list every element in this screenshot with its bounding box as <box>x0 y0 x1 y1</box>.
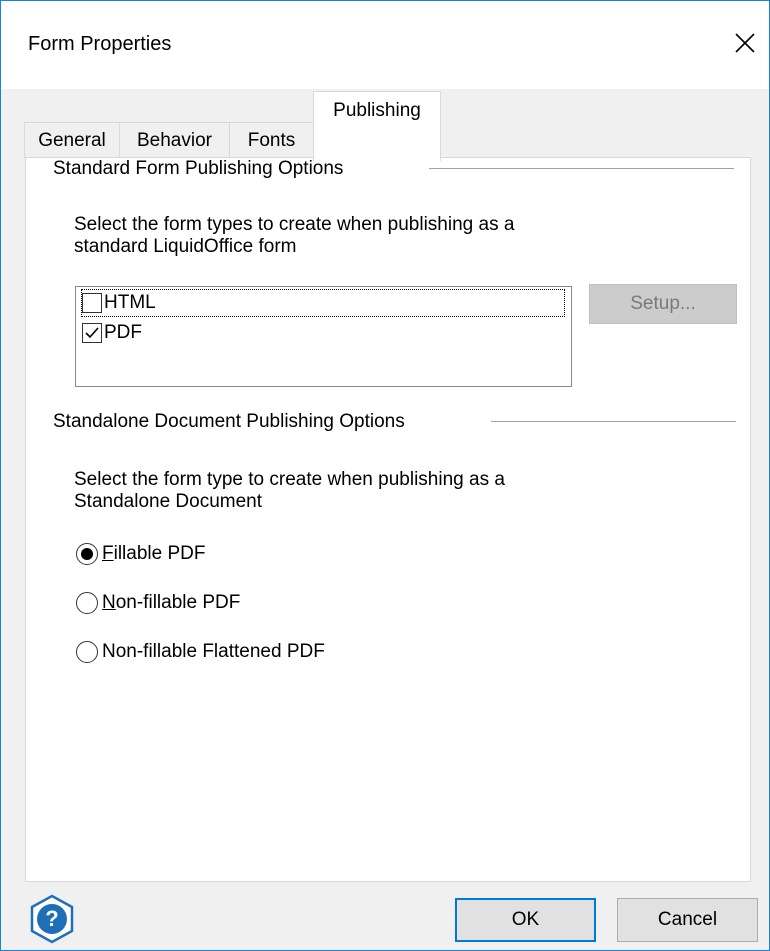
standalone-group-divider <box>491 421 736 422</box>
standard-group-title: Standard Form Publishing Options <box>53 158 344 179</box>
cancel-button[interactable]: Cancel <box>617 898 758 942</box>
standalone-description-line2: Standalone Document <box>74 491 263 512</box>
list-item-html[interactable]: HTML <box>81 289 565 317</box>
standard-description-line1: Select the form types to create when pub… <box>74 214 515 235</box>
standard-description-line2: standard LiquidOffice form <box>74 236 297 257</box>
form-properties-dialog: Form Properties General Behavior Fonts P… <box>0 0 770 951</box>
standard-group-divider <box>429 168 734 169</box>
pdf-label: PDF <box>104 322 142 343</box>
window-title: Form Properties <box>28 33 172 55</box>
standalone-description-line1: Select the form type to create when publ… <box>74 469 505 490</box>
radio-selected-dot <box>81 548 93 560</box>
tab-fonts[interactable]: Fonts <box>229 122 314 158</box>
standalone-group-title: Standalone Document Publishing Options <box>53 411 405 432</box>
tab-general[interactable]: General <box>24 122 120 158</box>
standalone-description: Select the form type to create when publ… <box>74 469 634 513</box>
tab-general-label: General <box>38 129 106 151</box>
tab-fonts-label: Fonts <box>247 129 296 151</box>
close-icon <box>735 33 755 53</box>
form-types-listbox[interactable]: HTML PDF <box>75 286 572 387</box>
radio-non-fillable-pdf[interactable]: Non-fillable PDF <box>76 590 240 616</box>
non-fillable-flattened-pdf-label: Non-fillable Flattened PDF <box>102 641 325 662</box>
close-button[interactable] <box>725 23 765 63</box>
pdf-checkbox[interactable] <box>82 323 102 343</box>
tab-behavior-label: Behavior <box>137 129 212 151</box>
html-label: HTML <box>104 292 156 313</box>
fillable-pdf-radio[interactable] <box>76 543 98 565</box>
publishing-panel: Standard Form Publishing Options Select … <box>25 157 751 882</box>
standard-description: Select the form types to create when pub… <box>74 214 634 258</box>
tab-publishing[interactable]: Publishing <box>313 91 441 161</box>
tab-behavior[interactable]: Behavior <box>119 122 230 158</box>
html-checkbox[interactable] <box>82 293 102 313</box>
radio-non-fillable-flattened-pdf[interactable]: Non-fillable Flattened PDF <box>76 639 325 665</box>
help-button[interactable]: ? <box>27 894 77 944</box>
fillable-pdf-label: Fillable PDF <box>102 543 206 564</box>
non-fillable-flattened-pdf-radio[interactable] <box>76 641 98 663</box>
ok-button[interactable]: OK <box>455 898 596 942</box>
tab-publishing-label: Publishing <box>333 100 421 121</box>
non-fillable-pdf-radio[interactable] <box>76 592 98 614</box>
title-bar: Form Properties <box>1 1 769 89</box>
help-icon: ? <box>30 894 74 944</box>
radio-fillable-pdf[interactable]: Fillable PDF <box>76 541 205 567</box>
help-question-mark: ? <box>45 906 58 931</box>
setup-button[interactable]: Setup... <box>589 284 737 324</box>
list-item-pdf[interactable]: PDF <box>82 320 142 346</box>
checkmark-icon <box>85 327 99 339</box>
non-fillable-pdf-label: Non-fillable PDF <box>102 592 241 613</box>
